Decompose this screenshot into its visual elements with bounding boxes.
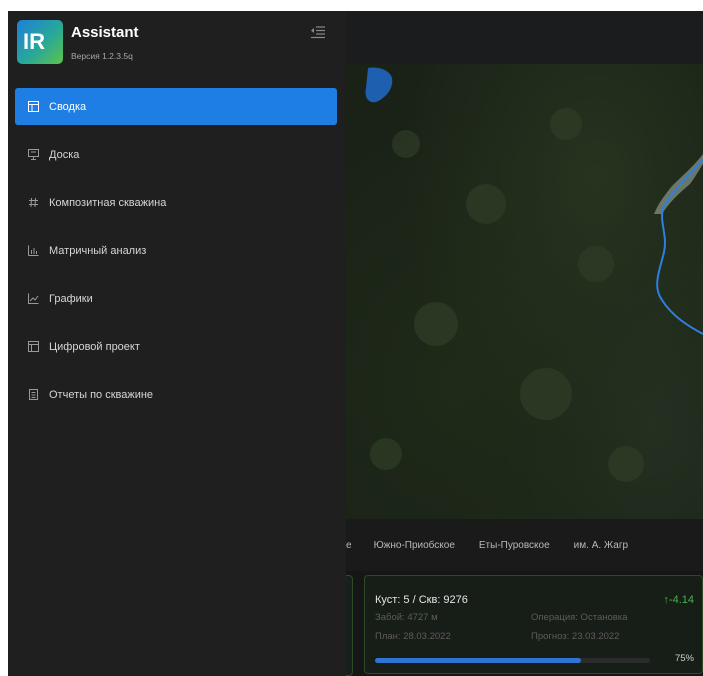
dashboard-icon: [27, 101, 39, 113]
hash-icon: [27, 197, 39, 209]
app-version: Версия 1.2.3.5q: [71, 51, 133, 61]
terrain-texture: [370, 108, 644, 482]
well-card-forecast: Прогноз: 23.03.2022: [531, 631, 620, 642]
monitor-icon: [27, 149, 39, 161]
app-window: е Южно-Приобское Еты-Пуровское им. А. Жа…: [8, 11, 703, 676]
field-tab-partial[interactable]: е: [346, 540, 352, 551]
well-card-operation: Операция: Остановка: [531, 612, 628, 623]
sidebar-item-matrix-analysis[interactable]: Матричный анализ: [15, 232, 337, 269]
well-progress-fill: [375, 658, 582, 663]
sidebar-item-doska[interactable]: Доска: [15, 136, 337, 173]
sidebar-item-label: Графики: [49, 292, 93, 305]
satellite-map[interactable]: [346, 64, 703, 519]
sidebar-item-label: Отчеты по скважине: [49, 388, 154, 401]
sidebar-item-graphs[interactable]: Графики: [15, 280, 337, 317]
sidebar-item-composite-well[interactable]: Композитная скважина: [15, 184, 337, 221]
sidebar-menu: Сводка Доска Композитная скважина Матрич…: [15, 88, 337, 424]
field-tab-2[interactable]: Еты-Пуровское: [479, 540, 550, 551]
well-progress-bar: [375, 658, 650, 663]
logo-text: IR: [23, 29, 45, 54]
well-card-delta: ↑-4.14: [663, 594, 694, 606]
well-card-title: Куст: 5 / Скв: 9276: [375, 594, 468, 606]
sidebar-item-label: Композитная скважина: [49, 196, 167, 209]
sidebar-item-svodka[interactable]: Сводка: [15, 88, 337, 125]
layout-icon: [27, 341, 39, 353]
sidebar-item-well-reports[interactable]: Отчеты по скважине: [15, 376, 337, 413]
app-title: Assistant: [71, 24, 139, 41]
sidebar-item-label: Цифровой проект: [49, 340, 140, 353]
well-card-plan: План: 28.03.2022: [375, 631, 451, 642]
map-overlay: [365, 67, 703, 482]
field-tab-1[interactable]: Южно-Приобское: [374, 540, 455, 551]
line-chart-icon: [27, 293, 39, 305]
lake-shape: [365, 67, 393, 103]
sidebar: IR Assistant Версия 1.2.3.5q Сводка Доск…: [8, 11, 346, 676]
well-cards: Куст: 5 / Скв: 9276 ↑-4.14 Забой: 4727 м…: [346, 571, 703, 676]
sidebar-item-label: Матричный анализ: [49, 244, 147, 257]
well-card[interactable]: Куст: 5 / Скв: 9276 ↑-4.14 Забой: 4727 м…: [364, 575, 703, 674]
sidebar-item-digital-project[interactable]: Цифровой проект: [15, 328, 337, 365]
field-tab-3[interactable]: им. А. Жагр: [574, 540, 628, 551]
field-boundary: [656, 158, 703, 335]
well-card-depth: Забой: 4727 м: [375, 612, 438, 623]
field-tabs: е Южно-Приобское Еты-Пуровское им. А. Жа…: [346, 519, 703, 571]
sidebar-item-label: Сводка: [49, 100, 87, 113]
report-icon: [27, 389, 39, 401]
sidebar-item-label: Доска: [49, 148, 80, 161]
bar-chart-icon: [27, 245, 39, 257]
well-progress-label: 75%: [674, 653, 694, 664]
collapse-sidebar-icon[interactable]: [310, 25, 326, 39]
top-bar: [346, 11, 703, 64]
snow-patch: [654, 154, 703, 214]
app-logo: IR: [17, 20, 63, 64]
well-card-previous[interactable]: [346, 575, 353, 676]
